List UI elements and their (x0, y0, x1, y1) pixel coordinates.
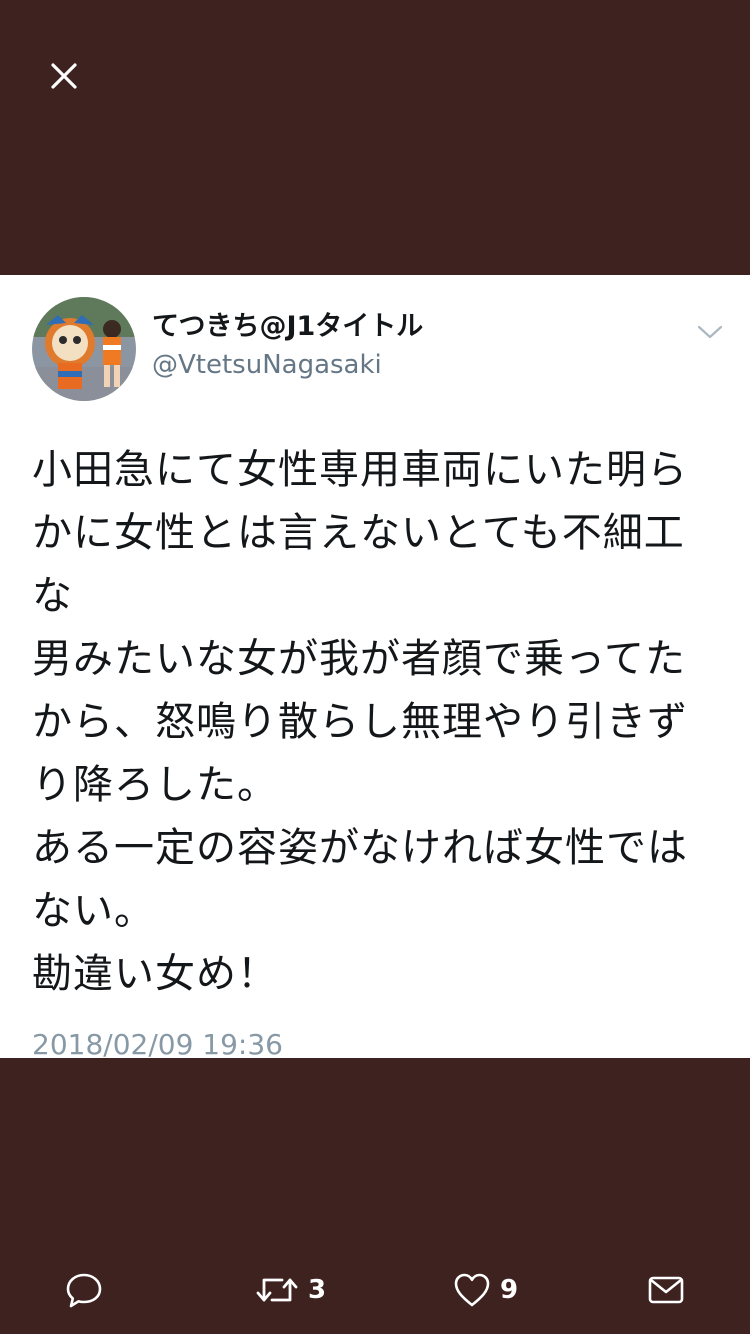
close-button[interactable] (40, 52, 88, 100)
reply-button[interactable] (64, 1270, 104, 1310)
tweet-timestamp: 2018/02/09 19:36 (32, 1028, 283, 1058)
like-count: 9 (500, 1275, 519, 1305)
heart-icon (454, 1273, 490, 1307)
user-handle[interactable]: @VtetsuNagasaki (152, 348, 382, 382)
retweet-button[interactable]: 3 (254, 1270, 326, 1310)
action-bar: 3 9 (0, 1260, 750, 1320)
reply-icon (66, 1273, 102, 1308)
display-name[interactable]: てつきち@J1タイトル (152, 309, 423, 345)
close-icon (51, 63, 77, 89)
like-button[interactable]: 9 (452, 1270, 518, 1310)
retweet-count: 3 (308, 1275, 327, 1305)
tweet-menu-button[interactable] (690, 317, 730, 347)
tweet-text: 小田急にて女性専用車両にいた明らかに女性とは言えないとても不細工な 男みたいな女… (32, 447, 688, 997)
mail-icon (648, 1276, 684, 1304)
retweet-icon (256, 1278, 298, 1302)
tweet-card: てつきち@J1タイトル @VtetsuNagasaki 小田急にて女性専用車両に… (0, 275, 750, 1058)
chevron-down-icon (697, 325, 723, 339)
avatar[interactable] (32, 297, 136, 401)
message-button[interactable] (646, 1270, 686, 1310)
